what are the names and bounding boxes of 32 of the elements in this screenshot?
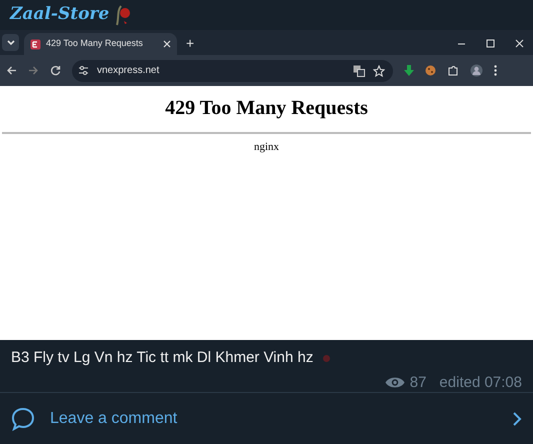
error-heading: 429 Too Many Requests	[165, 96, 368, 121]
menu-icon[interactable]	[494, 65, 497, 76]
chevron-right-icon	[512, 410, 522, 426]
channel-title: Zaal-Store	[10, 3, 110, 26]
back-icon[interactable]	[6, 65, 17, 76]
site-settings-icon[interactable]	[78, 65, 89, 76]
close-tab-icon[interactable]	[163, 40, 171, 48]
eye-icon	[384, 376, 405, 390]
edited-time: edited 07:08	[439, 372, 522, 392]
star-icon[interactable]	[373, 64, 385, 76]
server-name: nginx	[254, 140, 280, 155]
tab-list-button[interactable]	[2, 34, 19, 51]
dot-icon	[323, 354, 330, 362]
speech-bubble-icon	[11, 406, 35, 430]
avatar-icon[interactable]	[470, 64, 483, 77]
chevron-down-icon	[6, 40, 14, 46]
translate-icon[interactable]	[353, 64, 365, 76]
view-count: 87	[410, 372, 426, 392]
leave-comment-link[interactable]: Leave a comment	[50, 406, 512, 430]
post-caption: B3 Fly tv Lg Vn hz Tic tt mk Dl Khmer Vinh hz	[11, 348, 314, 368]
new-tab-button[interactable]: +	[186, 35, 194, 51]
close-icon[interactable]	[515, 39, 524, 48]
favicon-icon	[30, 38, 41, 50]
browser-tab[interactable]: 429 Too Many Requests	[24, 33, 177, 55]
cookie-icon[interactable]	[425, 65, 436, 76]
forward-icon[interactable]	[28, 65, 39, 76]
maximize-icon[interactable]	[486, 39, 495, 48]
address-bar[interactable]: vnexpress.net	[72, 60, 393, 82]
url-text: vnexpress.net	[97, 64, 160, 78]
download-arrow-icon[interactable]	[404, 65, 414, 76]
tab-title: 429 Too Many Requests	[46, 37, 144, 50]
reload-icon[interactable]	[50, 65, 61, 76]
